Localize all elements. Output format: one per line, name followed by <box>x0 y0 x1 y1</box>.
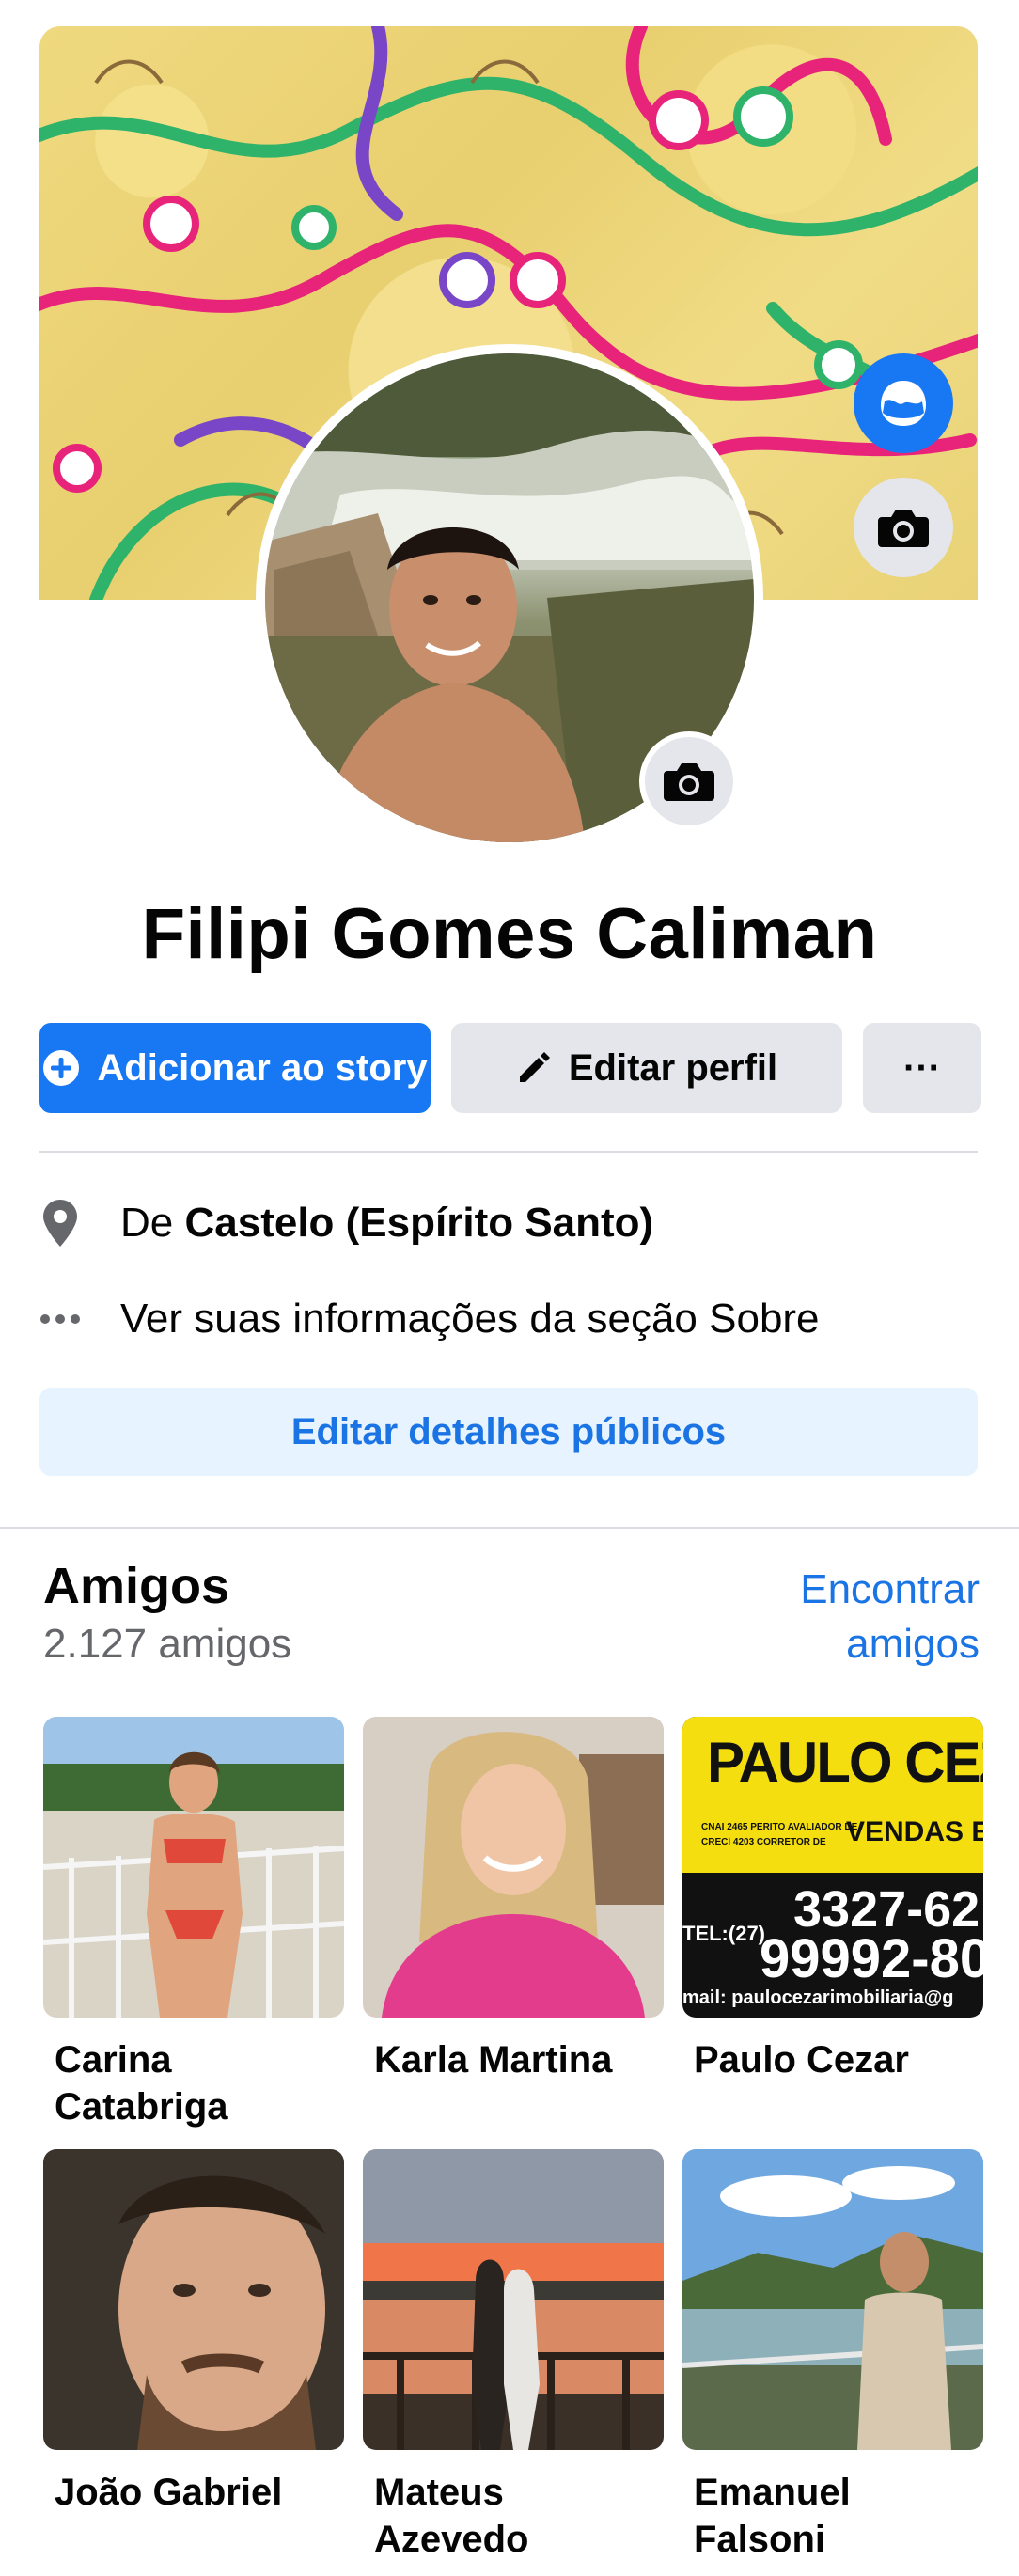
friend-name-line2: Azevedo <box>374 2519 529 2560</box>
find-friends-line1: Encontrar <box>800 1566 980 1612</box>
friend-card[interactable]: Carina Catabriga <box>43 1717 344 2130</box>
camera-icon <box>664 763 714 801</box>
friends-title: Amigos <box>43 1558 230 1614</box>
more-dots-icon <box>39 1313 81 1325</box>
friend-name[interactable]: Carina Catabriga <box>43 2036 344 2130</box>
find-friends-link[interactable]: Encontrar amigos <box>735 1563 980 1672</box>
hometown-row: De Castelo (Espírito Santo) <box>39 1190 653 1256</box>
avatar-icon <box>881 381 926 426</box>
edit-profile-label: Editar perfil <box>568 1046 778 1089</box>
friend-card[interactable]: João Gabriel <box>43 2149 344 2516</box>
friend-name-line2: Catabriga <box>55 2086 228 2128</box>
friend-photo-illustration <box>43 2149 344 2450</box>
divider <box>39 1151 978 1153</box>
pencil-icon <box>519 1052 550 1082</box>
friend-name-line1: Paulo Cezar <box>694 2039 909 2081</box>
friend-name-line1: João Gabriel <box>55 2472 283 2513</box>
friend-photo-illustration <box>363 1717 664 2018</box>
avatar-button[interactable] <box>854 353 953 453</box>
add-to-story-button[interactable]: Adicionar ao story <box>39 1023 431 1113</box>
section-divider <box>0 1527 1019 1529</box>
friend-card[interactable]: Mateus Azevedo <box>363 2149 664 2563</box>
plus-circle-icon <box>43 1050 80 1086</box>
edit-public-details-label: Editar detalhes públicos <box>290 1410 727 1453</box>
sign-subline: VENDAS E ALU <box>846 1816 983 1847</box>
friend-photo[interactable] <box>363 2149 664 2450</box>
friend-name[interactable]: João Gabriel <box>43 2469 344 2516</box>
see-about-label: Ver suas informações da seção Sobre <box>120 1296 820 1342</box>
friend-name-line1: Emanuel <box>694 2472 851 2513</box>
friend-photo-illustration <box>682 2149 983 2450</box>
add-to-story-label: Adicionar ao story <box>97 1046 428 1089</box>
friend-name-line1: Carina <box>55 2039 172 2081</box>
friend-card[interactable]: Emanuel Falsoni <box>682 2149 983 2563</box>
friend-photo[interactable] <box>363 1717 664 2018</box>
more-options-label: ··· <box>903 1046 941 1089</box>
more-options-button[interactable]: ··· <box>863 1023 981 1113</box>
sign-headline: PAULO CEZAR <box>707 1731 983 1794</box>
hometown-prefix: De <box>120 1200 185 1246</box>
friend-name[interactable]: Paulo Cezar <box>682 2036 983 2083</box>
friend-photo[interactable]: PAULO CEZAR CNAI 2465 PERITO AVALIADOR D… <box>682 1717 983 2018</box>
friend-name[interactable]: Emanuel Falsoni <box>682 2469 983 2563</box>
see-about-row[interactable]: Ver suas informações da seção Sobre <box>39 1286 820 1352</box>
friends-count: 2.127 amigos <box>43 1621 292 1667</box>
friend-name-line2: Falsoni <box>694 2519 826 2560</box>
friend-name[interactable]: Mateus Azevedo <box>363 2469 664 2563</box>
location-pin-icon <box>39 1200 81 1247</box>
friend-name-line1: Mateus <box>374 2472 504 2513</box>
hometown-value[interactable]: Castelo (Espírito Santo) <box>184 1200 653 1247</box>
camera-icon <box>878 510 929 547</box>
find-friends-line2: amigos <box>846 1621 980 1667</box>
sign-tel-label: TEL:(27) <box>682 1922 765 1945</box>
cover-camera-button[interactable] <box>854 478 953 577</box>
friend-name-line1: Karla Martina <box>374 2039 613 2081</box>
edit-profile-button[interactable]: Editar perfil <box>451 1023 842 1113</box>
friend-card[interactable]: Karla Martina <box>363 1717 664 2083</box>
sign-small-2: CRECI 4203 CORRETOR DE <box>701 1837 826 1847</box>
friend-name[interactable]: Karla Martina <box>363 2036 664 2083</box>
sign-email: mail: paulocezarimobiliaria@g <box>682 1987 954 2008</box>
friend-photo[interactable] <box>682 2149 983 2450</box>
profile-camera-button[interactable] <box>639 731 739 831</box>
friend-photo-illustration <box>43 1717 344 2018</box>
friend-photo[interactable] <box>43 1717 344 2018</box>
friend-card[interactable]: PAULO CEZAR CNAI 2465 PERITO AVALIADOR D… <box>682 1717 983 2083</box>
friend-photo-illustration <box>363 2149 664 2450</box>
profile-name: Filipi Gomes Caliman <box>141 894 878 974</box>
friend-photo[interactable] <box>43 2149 344 2450</box>
sign-small-1: CNAI 2465 PERITO AVALIADOR DE <box>701 1822 858 1832</box>
edit-public-details-button[interactable]: Editar detalhes públicos <box>39 1388 978 1476</box>
sign-phone-2: 99992-80 <box>760 1928 983 1989</box>
